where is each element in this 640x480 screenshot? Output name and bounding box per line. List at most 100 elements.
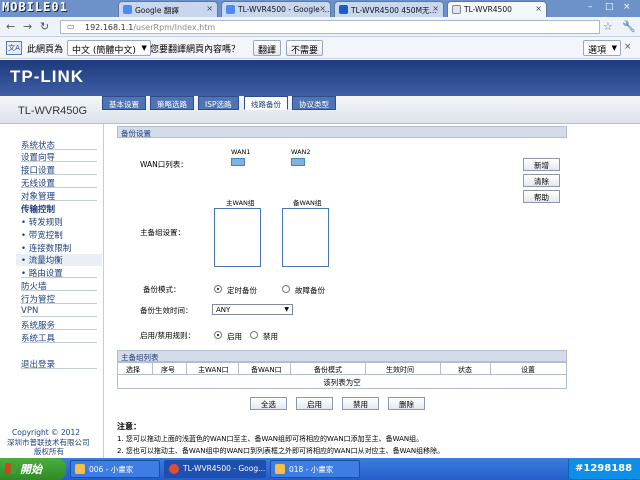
note-line-2: 2. 您也可以拖动主、备WAN组中的WAN口到列表框之外即可将相应的WAN口从对…: [117, 447, 445, 455]
primary-group-label: 主WAN组: [226, 199, 255, 207]
wrench-icon[interactable]: 🔧: [622, 20, 636, 33]
tab-tp-product[interactable]: TL-WVR4500 450M无... ×: [334, 1, 444, 17]
col-select: 选择: [126, 366, 140, 374]
divider: [365, 363, 366, 375]
sidebar-item-bandwidth[interactable]: • 带宽控制: [21, 229, 63, 241]
divider: [21, 187, 97, 188]
divider: [21, 329, 97, 330]
enable-radio[interactable]: [214, 331, 222, 339]
tp-favicon-icon: [339, 5, 348, 14]
group-list-header: 主备组列表: [117, 350, 567, 362]
primary-wan-group-box[interactable]: [214, 208, 261, 267]
tab-policy-routing[interactable]: 策略选路: [150, 96, 194, 110]
minimize-button[interactable]: –: [588, 2, 593, 12]
empty-list-row: 该列表为空: [117, 375, 567, 389]
backup-group-label: 备WAN组: [293, 199, 322, 207]
tab-line-backup[interactable]: 线路备份: [244, 96, 288, 110]
close-icon[interactable]: ×: [432, 4, 439, 13]
url-host: 192.168.1.1: [85, 23, 134, 32]
wan2-label: WAN2: [291, 148, 311, 156]
enable-rule-label: 启用/禁用规则：: [140, 331, 196, 340]
divider: [186, 363, 187, 375]
paint-icon: [75, 464, 85, 474]
language-select[interactable]: 中文 (簡體中文) ▼: [67, 40, 151, 56]
wan-list-label: WAN口列表：: [140, 160, 188, 169]
tab-google-translate[interactable]: Google 翻譯 ×: [118, 1, 218, 17]
wan1-port-icon[interactable]: [231, 158, 245, 166]
select-all-button[interactable]: 全选: [250, 397, 287, 410]
start-button[interactable]: 開始: [0, 458, 66, 480]
divider: [152, 363, 153, 375]
sidebar-item-conn-limit[interactable]: • 连接数限制: [21, 242, 71, 254]
sidebar-item-load-balance[interactable]: • 流量均衡: [16, 254, 102, 266]
tab-isp-routing[interactable]: ISP选路: [198, 96, 239, 110]
divider: [21, 149, 97, 150]
page-favicon-icon: [452, 5, 461, 14]
mode-failover-radio[interactable]: [282, 285, 290, 293]
options-label: 選項: [588, 46, 607, 56]
divider: [21, 303, 97, 304]
task-paint-006[interactable]: 006 - 小畫家: [70, 460, 160, 478]
close-icon[interactable]: ×: [319, 4, 326, 13]
no-translate-button[interactable]: 不需要: [286, 40, 324, 56]
divider: [21, 342, 97, 343]
translate-button[interactable]: 翻譯: [253, 40, 282, 56]
sidebar-item-vpn[interactable]: VPN: [21, 306, 38, 316]
backup-wan-group-box[interactable]: [282, 208, 329, 267]
page-icon: ▭: [67, 22, 75, 31]
windows-flag-icon: [5, 463, 16, 474]
mode-scheduled-radio[interactable]: [214, 285, 222, 293]
disable-button[interactable]: 禁用: [342, 397, 379, 410]
tab-label: Google 翻譯: [135, 6, 179, 15]
task-browser[interactable]: TL-WVR4500 - Goog...: [164, 460, 266, 478]
copyright-line: Copyright © 2012: [12, 428, 81, 437]
back-arrow-icon[interactable]: ←: [6, 20, 15, 33]
divider: [440, 363, 441, 375]
chevron-down-icon: ▼: [611, 44, 618, 52]
close-icon[interactable]: ×: [206, 4, 213, 13]
backup-time-value: ANY: [216, 306, 231, 314]
help-button[interactable]: 帮助: [523, 190, 560, 203]
delete-button[interactable]: 删除: [388, 397, 425, 410]
tab-protocol-type[interactable]: 协议类型: [292, 96, 336, 110]
enable-button[interactable]: 启用: [296, 397, 333, 410]
tab-google-search[interactable]: TL-WVR4500 - Google ... ×: [221, 1, 331, 17]
sidebar-item-forward-rules[interactable]: • 转发规则: [21, 216, 63, 228]
bookmark-star-icon[interactable]: ☆: [603, 20, 613, 33]
wan2-port-icon[interactable]: [291, 158, 305, 166]
col-status: 状态: [458, 366, 472, 374]
tab-label: TL-WVR4500: [464, 5, 512, 14]
col-primary-wan: 主WAN口: [198, 366, 229, 374]
clear-button[interactable]: 清除: [523, 174, 560, 187]
tab-router-admin[interactable]: TL-WVR4500 ×: [447, 1, 547, 17]
backup-time-select[interactable]: ANY ▼: [212, 304, 293, 315]
mobile01-watermark: MOBILE01: [2, 0, 68, 14]
options-button[interactable]: 選項 ▼: [583, 40, 622, 56]
system-tray: #1298188: [568, 459, 640, 479]
col-backup-mode: 备份模式: [314, 366, 342, 374]
col-backup-wan: 备WAN口: [251, 366, 282, 374]
disable-radio[interactable]: [250, 331, 258, 339]
task-paint-018[interactable]: 018 - 小畫家: [270, 460, 360, 478]
add-button[interactable]: 新增: [523, 158, 560, 171]
divider: [238, 363, 239, 375]
disable-label: 禁用: [263, 332, 278, 341]
google-favicon-icon: [226, 5, 235, 14]
maximize-button[interactable]: □: [605, 2, 614, 12]
browser-tab-bar: MOBILE01 Google 翻譯 × TL-WVR4500 - Google…: [0, 0, 640, 17]
tab-basic-settings[interactable]: 基本设置: [102, 96, 146, 110]
sidebar-item-transmission[interactable]: 传输控制: [21, 203, 55, 215]
close-icon[interactable]: ×: [624, 42, 632, 52]
translate-question: 您要翻譯網頁內容嗎？: [150, 45, 241, 55]
backup-mode-label: 备份模式：: [143, 285, 181, 294]
url-input[interactable]: ▭ 192.168.1.1/userRpm/Index.htm: [60, 20, 600, 34]
tp-link-logo: TP-LINK: [10, 67, 85, 86]
close-icon[interactable]: ×: [535, 4, 542, 13]
reload-icon[interactable]: ↻: [40, 20, 49, 33]
copyright-rights: 版权所有: [34, 447, 64, 456]
col-settings: 设置: [521, 366, 535, 374]
divider: [21, 290, 97, 291]
forward-arrow-icon[interactable]: →: [23, 20, 32, 33]
divider: [21, 161, 97, 162]
window-close-button[interactable]: ×: [623, 2, 631, 12]
